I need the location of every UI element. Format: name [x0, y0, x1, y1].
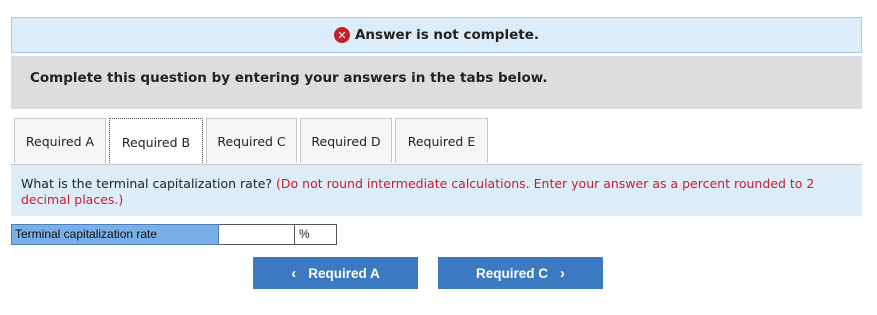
instruction-box: Complete this question by entering your …: [11, 56, 862, 109]
answer-status-banner: ✕ Answer is not complete.: [11, 17, 862, 53]
next-button-label: Required C: [475, 265, 548, 281]
status-text: Answer is not complete.: [354, 27, 539, 43]
tab-required-a[interactable]: Required A: [14, 118, 106, 163]
error-x-icon: ✕: [333, 27, 350, 43]
answer-label: Terminal capitalization rate: [11, 224, 219, 245]
answer-row: Terminal capitalization rate %: [11, 224, 337, 245]
chevron-right-icon: ›: [560, 264, 565, 282]
prev-button-label: Required A: [308, 265, 380, 281]
answer-unit: %: [295, 224, 337, 245]
tab-required-d[interactable]: Required D: [300, 118, 392, 163]
question-text: What is the terminal capitalization rate…: [21, 176, 856, 208]
prev-required-a-button[interactable]: ‹ Required A: [253, 257, 418, 289]
question-box: What is the terminal capitalization rate…: [11, 165, 862, 216]
next-required-c-button[interactable]: Required C ›: [438, 257, 603, 289]
tab-required-e[interactable]: Required E: [395, 118, 488, 163]
tab-bar: Required A Required B Required C Require…: [14, 118, 491, 165]
instruction-text: Complete this question by entering your …: [30, 70, 548, 86]
tab-required-b[interactable]: Required B: [109, 118, 203, 165]
tab-required-c[interactable]: Required C: [206, 118, 297, 163]
question-prompt: What is the terminal capitalization rate…: [21, 176, 273, 191]
terminal-cap-rate-input[interactable]: [219, 224, 295, 245]
chevron-left-icon: ‹: [291, 264, 297, 282]
